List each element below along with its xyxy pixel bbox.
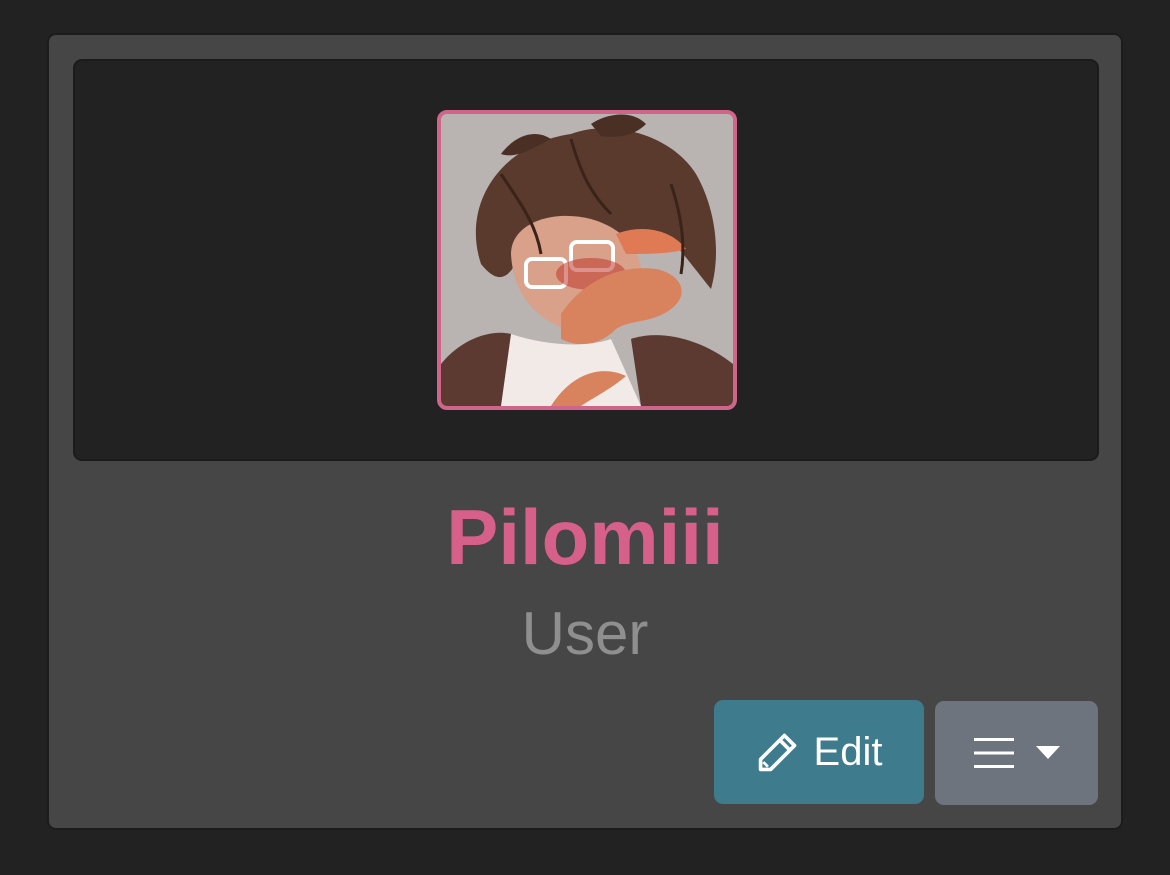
hamburger-menu-icon <box>973 738 1014 768</box>
caret-down-icon <box>1035 746 1060 759</box>
edit-button-label: Edit <box>813 729 883 774</box>
avatar[interactable] <box>437 110 737 410</box>
options-menu-button[interactable] <box>935 701 1098 805</box>
profile-banner <box>73 59 1099 461</box>
avatar-image <box>441 114 733 406</box>
edit-button[interactable]: Edit <box>714 700 924 804</box>
profile-card: Pilomiii User Edit <box>47 33 1123 830</box>
username: Pilomiii <box>446 493 724 581</box>
user-role: User <box>521 600 649 667</box>
pencil-icon <box>758 733 796 772</box>
